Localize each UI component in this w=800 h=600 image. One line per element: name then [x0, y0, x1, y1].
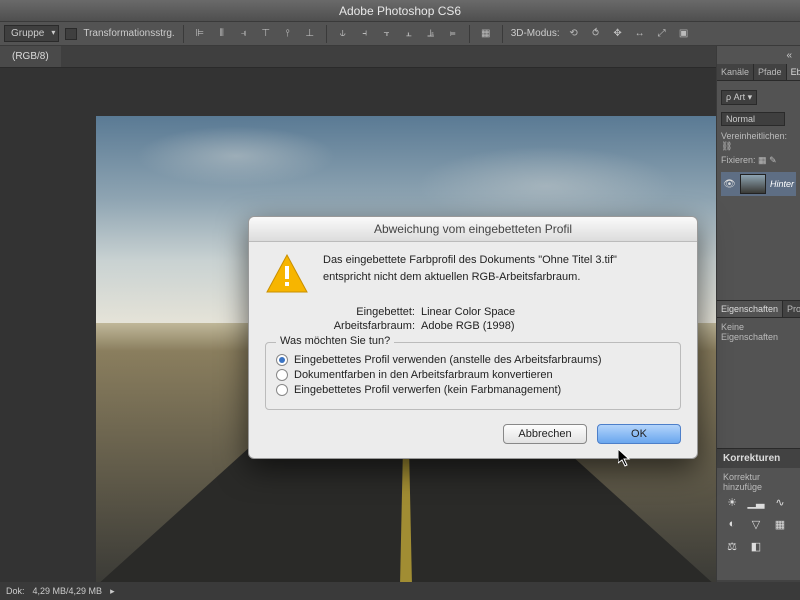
vibrance-icon[interactable]: ▽ [747, 518, 765, 534]
working-label: Arbeitsfarbraum: [323, 320, 415, 332]
layer-name: Hinter [770, 179, 794, 189]
3d-roll-icon[interactable]: ⥀ [588, 27, 604, 41]
lock-row: Fixieren: ▦ ✎ [721, 155, 796, 166]
document-tab-bar: (RGB/8) [0, 46, 800, 68]
radio-convert[interactable]: Dokumentfarben in den Arbeitsfarbraum ko… [276, 369, 670, 381]
status-doc-size: 4,29 MB/4,29 MB [33, 582, 103, 600]
app-titlebar: Adobe Photoshop CS6 [0, 0, 800, 22]
distribute-2-icon[interactable]: ⫞ [357, 27, 373, 41]
hue-icon[interactable]: ▦ [771, 518, 789, 534]
options-legend: Was möchten Sie tun? [276, 335, 394, 347]
distribute-3-icon[interactable]: ⫟ [379, 27, 395, 41]
radio-icon[interactable] [276, 369, 288, 381]
3d-mode-label: 3D-Modus: [511, 28, 560, 39]
3d-pan-icon[interactable]: ✥ [610, 27, 626, 41]
3d-scale-icon[interactable]: ⤢ [654, 27, 670, 41]
group-dropdown[interactable]: Gruppe [4, 25, 59, 42]
unify-row: Vereinheitlichen: ⛓ [721, 131, 796, 152]
align-vcenter-icon[interactable]: ⫯ [280, 27, 296, 41]
distribute-6-icon[interactable]: ⫢ [445, 27, 461, 41]
bw-icon[interactable]: ◧ [747, 540, 765, 556]
3d-slide-icon[interactable]: ↔ [632, 27, 648, 41]
mouse-cursor-icon [618, 449, 632, 467]
panel-collapse-icon[interactable]: « [786, 50, 792, 61]
align-hcenter-icon[interactable]: ⫴ [214, 27, 230, 41]
visibility-eye-icon[interactable]: 👁 [723, 179, 736, 190]
align-right-icon[interactable]: ⫣ [236, 27, 252, 41]
align-left-icon[interactable]: ⊫ [192, 27, 208, 41]
curves-icon[interactable]: ∿ [771, 496, 789, 512]
cancel-button[interactable]: Abbrechen [503, 424, 587, 444]
radio-icon[interactable] [276, 384, 288, 396]
tab-properties-2[interactable]: Pro [783, 301, 800, 317]
tab-eigenschaften[interactable]: Eigenschaften [717, 301, 783, 317]
options-bar: Gruppe Transformationsstrg. ⊫ ⫴ ⫣ ⊤ ⫯ ⊥ … [0, 22, 800, 46]
status-menu-icon[interactable]: ▸ [110, 582, 115, 600]
align-top-icon[interactable]: ⊤ [258, 27, 274, 41]
auto-align-icon[interactable]: ▦ [478, 27, 494, 41]
distribute-1-icon[interactable]: ⫝ [335, 27, 351, 41]
dialog-message: Das eingebettete Farbprofil des Dokument… [323, 252, 617, 296]
transform-label: Transformationsstrg. [83, 28, 174, 39]
corrections-header: Korrekturen [717, 449, 800, 468]
panels-dock: « Kanäle Pfade Eb ρ Art ▾ Normal Vereinh… [716, 46, 800, 600]
distribute-5-icon[interactable]: ⫡ [423, 27, 439, 41]
balance-icon[interactable]: ⚖ [723, 540, 741, 556]
options-fieldset: Was möchten Sie tun? Eingebettetes Profi… [265, 342, 681, 410]
tab-pfade[interactable]: Pfade [754, 64, 787, 80]
tab-ebenen[interactable]: Eb [787, 64, 800, 80]
radio-use-embedded[interactable]: Eingebettetes Profil verwenden (anstelle… [276, 354, 670, 366]
align-bottom-icon[interactable]: ⊥ [302, 27, 318, 41]
document-tab[interactable]: (RGB/8) [0, 46, 61, 67]
layer-kind-dropdown[interactable]: ρ Art ▾ [721, 90, 757, 105]
dialog-title: Abweichung vom eingebetteten Profil [249, 217, 697, 242]
radio-discard[interactable]: Eingebettetes Profil verwerfen (kein Far… [276, 384, 670, 396]
distribute-4-icon[interactable]: ⫠ [401, 27, 417, 41]
embedded-value: Linear Color Space [421, 306, 515, 318]
status-bar: Dok: 4,29 MB/4,29 MB ▸ [0, 582, 800, 600]
ok-button[interactable]: OK [597, 424, 681, 444]
lock-pixels-icon[interactable]: ▦ [758, 155, 767, 165]
profile-mismatch-dialog: Abweichung vom eingebetteten Profil Das … [248, 216, 698, 459]
3d-orbit-icon[interactable]: ⟲ [566, 27, 582, 41]
properties-empty: Keine Eigenschaften [717, 318, 800, 346]
warning-icon [265, 252, 309, 296]
transform-checkbox[interactable] [65, 28, 77, 40]
tab-kanale[interactable]: Kanäle [717, 64, 754, 80]
radio-icon[interactable] [276, 354, 288, 366]
layer-row[interactable]: 👁 Hinter [721, 172, 796, 196]
exposure-icon[interactable]: ◐ [723, 518, 741, 534]
corrections-add-label: Korrektur hinzufüge [723, 472, 794, 492]
lock-brush-icon[interactable]: ✎ [769, 155, 777, 165]
brightness-icon[interactable]: ☀ [723, 496, 741, 512]
embedded-label: Eingebettet: [323, 306, 415, 318]
working-value: Adobe RGB (1998) [421, 320, 515, 332]
3d-camera-icon[interactable]: ▣ [676, 27, 692, 41]
blend-mode-dropdown[interactable]: Normal [721, 112, 785, 126]
layer-thumbnail[interactable] [740, 174, 766, 194]
levels-icon[interactable]: ▁▃ [747, 496, 765, 512]
status-doc-label: Dok: [6, 582, 25, 600]
unify-icon[interactable]: ⛓ [721, 141, 732, 151]
